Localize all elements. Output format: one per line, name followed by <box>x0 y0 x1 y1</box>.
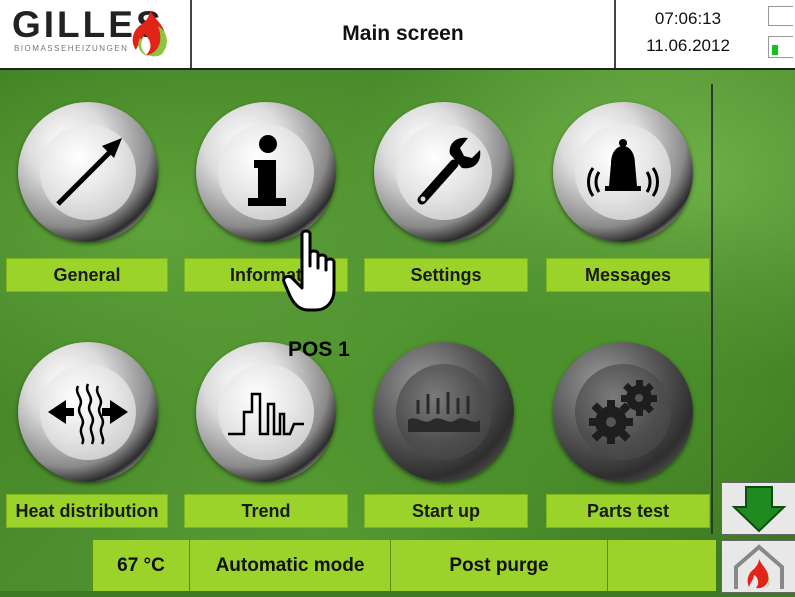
home-button[interactable] <box>721 540 795 593</box>
scroll-down-button[interactable] <box>721 482 795 535</box>
heat-distribution-icon <box>48 383 128 445</box>
status-bar: 67 °C Automatic mode Post purge <box>0 540 720 591</box>
parts-test-label[interactable]: Parts test <box>546 494 710 528</box>
logo: GILLES BIOMASSEHEIZUNGEN <box>0 0 192 68</box>
start-up-icon <box>408 392 480 432</box>
pos-label: POS 1 <box>288 338 350 361</box>
mode-readout: Automatic mode <box>189 540 390 591</box>
heat-distribution-label[interactable]: Heat distribution <box>6 494 168 528</box>
heat-distribution-button[interactable] <box>18 342 158 482</box>
general-button[interactable] <box>18 102 158 242</box>
temperature-readout: 67 °C <box>92 540 189 591</box>
hand-cursor-icon <box>282 229 336 312</box>
home-flame-icon <box>734 544 784 589</box>
bell-icon <box>587 139 659 197</box>
settings-button[interactable] <box>374 102 514 242</box>
time-display: 07:06:13 <box>654 9 722 28</box>
information-button[interactable] <box>196 102 336 242</box>
start-up-button[interactable] <box>374 342 514 482</box>
divider <box>711 84 713 534</box>
date-display: 11.06.2012 <box>646 36 730 55</box>
page-title: Main screen <box>342 22 464 45</box>
wrench-icon <box>417 137 481 205</box>
start-up-label[interactable]: Start up <box>364 494 528 528</box>
datetime-display: 07:06:13 11.06.2012 <box>614 0 762 68</box>
trend-button[interactable] <box>196 342 336 482</box>
status-extra <box>607 540 716 591</box>
phase-readout: Post purge <box>390 540 607 591</box>
general-label[interactable]: General <box>6 258 168 292</box>
messages-label[interactable]: Messages <box>546 258 710 292</box>
status-indicator-level <box>772 45 778 55</box>
trend-icon <box>228 392 304 436</box>
flame-icon <box>132 10 167 57</box>
info-icon <box>248 135 286 206</box>
arrow-down-icon <box>731 486 787 533</box>
logo-subtext: BIOMASSEHEIZUNGEN <box>14 44 129 53</box>
header-bar: GILLES BIOMASSEHEIZUNGEN Main screen 07:… <box>0 0 795 70</box>
settings-label[interactable]: Settings <box>364 258 528 292</box>
status-indicator <box>760 0 795 68</box>
trend-label[interactable]: Trend <box>184 494 348 528</box>
messages-button[interactable] <box>553 102 693 242</box>
gears-icon <box>589 380 657 444</box>
parts-test-button[interactable] <box>553 342 693 482</box>
arrow-icon <box>56 138 122 206</box>
